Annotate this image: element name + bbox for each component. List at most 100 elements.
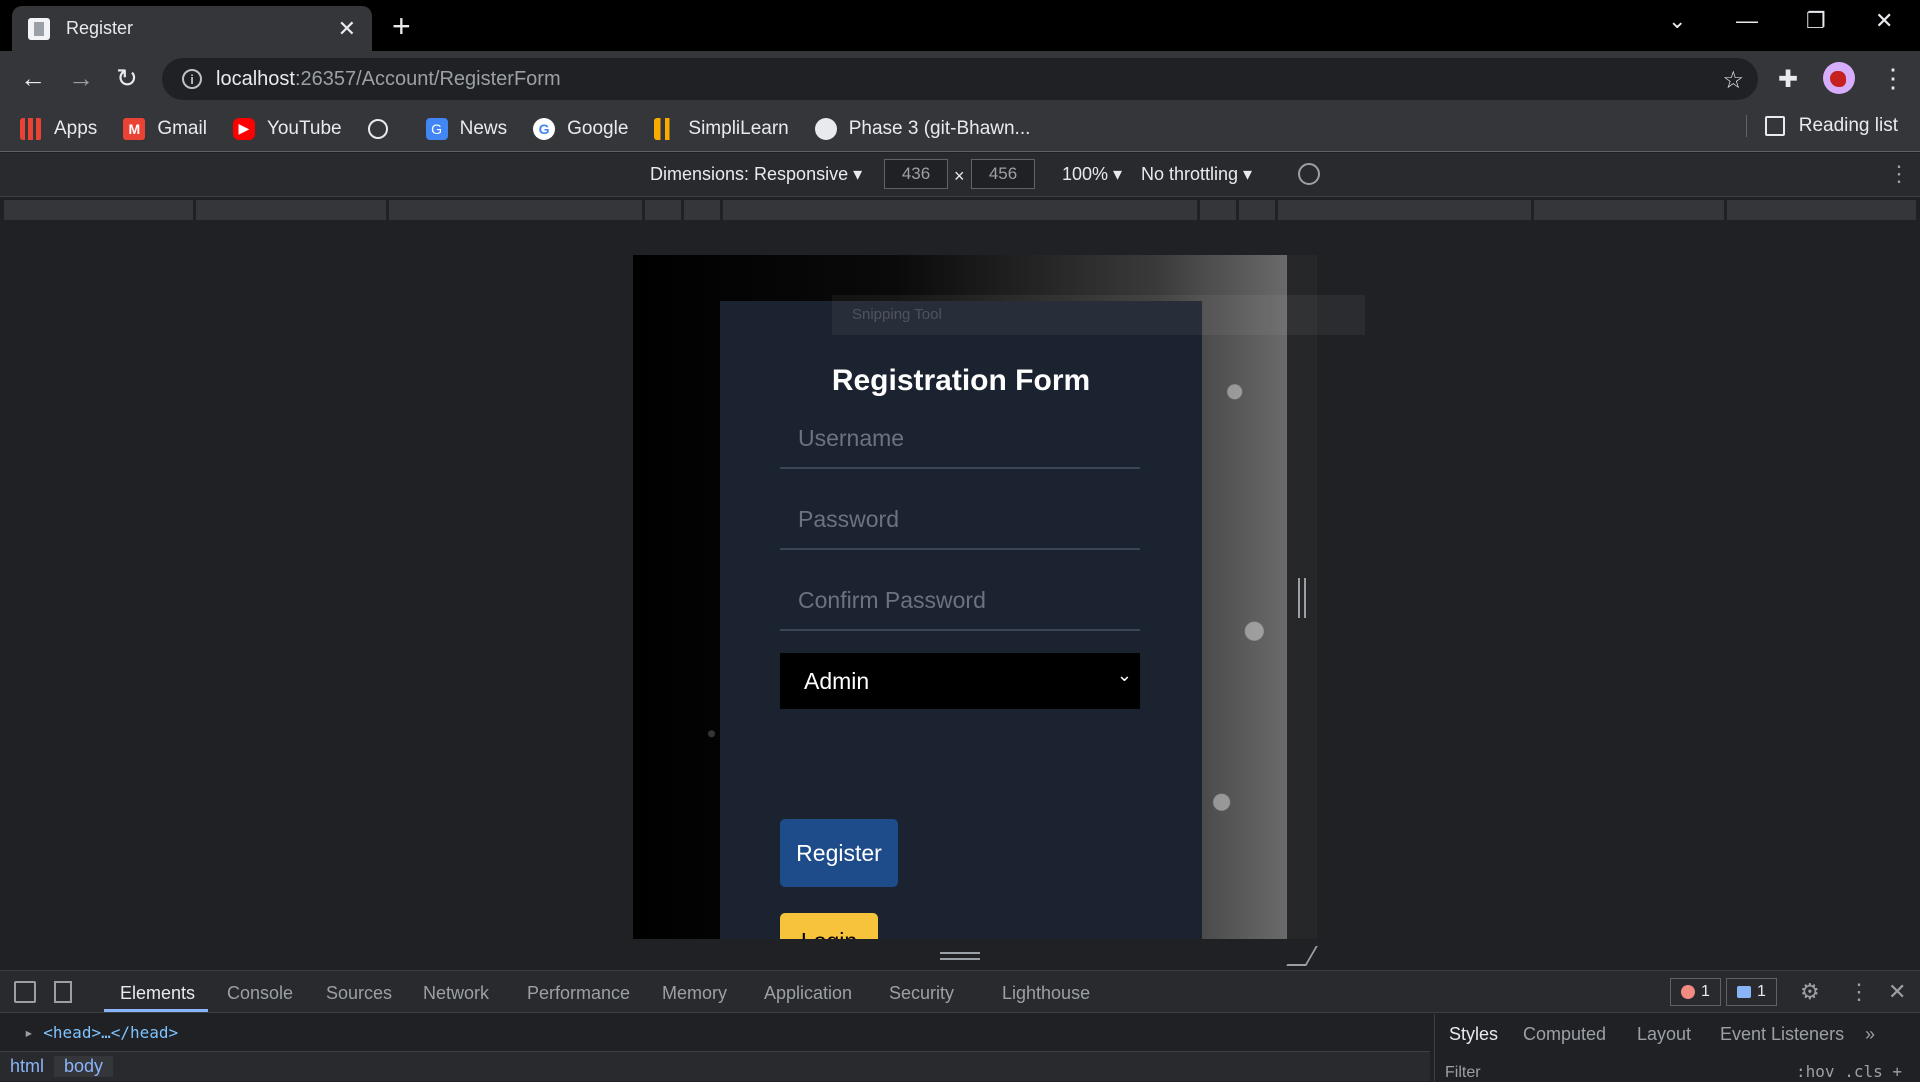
media-query-segment[interactable] [1200, 200, 1237, 220]
viewport-height-input[interactable]: 456 [971, 159, 1035, 189]
back-icon[interactable]: ← [20, 63, 46, 94]
style-tools[interactable]: :hov .cls + [1796, 1062, 1902, 1081]
viewport-resize-handle-bottom[interactable] [940, 952, 980, 960]
bookmark-google[interactable]: G Google [533, 117, 629, 140]
error-count-badge[interactable]: 1 [1670, 978, 1721, 1006]
devtools-menu-icon[interactable]: ⋮ [1848, 979, 1870, 1005]
tab-lighthouse[interactable]: Lighthouse [1002, 983, 1090, 1004]
breadcrumb: html body [0, 1051, 1430, 1081]
login-button[interactable]: Login [780, 913, 878, 939]
reading-list-button[interactable]: Reading list [1745, 115, 1898, 137]
media-query-segment[interactable] [644, 200, 681, 220]
tab-elements[interactable]: Elements [120, 983, 195, 1004]
tab-performance[interactable]: Performance [527, 983, 630, 1004]
bookmark-news[interactable]: G News [425, 117, 508, 140]
tab-network[interactable]: Network [423, 983, 489, 1004]
media-query-segment[interactable] [683, 200, 720, 220]
bookmark-label: SimpliLearn [688, 117, 789, 139]
rotate-icon[interactable] [1298, 163, 1320, 185]
settings-gear-icon[interactable]: ⚙ [1800, 979, 1820, 1005]
tab-layout[interactable]: Layout [1637, 1024, 1691, 1045]
extensions-icon[interactable]: ✚ [1778, 65, 1798, 94]
confirm-password-input[interactable]: Confirm Password [780, 577, 1140, 631]
styles-filter-input[interactable]: Filter [1445, 1064, 1481, 1082]
breadcrumb-body[interactable]: body [54, 1056, 114, 1077]
youtube-icon: ▶ [232, 117, 255, 140]
restore-icon[interactable]: ❐ [1806, 8, 1826, 34]
role-select[interactable]: Admin ⌄ [780, 653, 1140, 709]
bookmark-star-icon[interactable]: ☆ [1722, 66, 1744, 95]
username-input[interactable]: Username [780, 415, 1140, 469]
url-path: :26357/Account/RegisterForm [294, 67, 561, 90]
tab-computed[interactable]: Computed [1523, 1024, 1606, 1045]
message-count-badge[interactable]: 1 [1726, 978, 1777, 1006]
tab-strip: Register ✕ + ⌄ — ❐ ✕ [0, 0, 1920, 51]
bookmark-label: YouTube [266, 117, 342, 139]
viewport-resize-handle-right[interactable] [1298, 578, 1306, 618]
page-favicon-icon [28, 17, 50, 40]
media-query-segment[interactable] [1726, 200, 1916, 220]
tab-search-chevron-icon[interactable]: ⌄ [1668, 8, 1686, 34]
media-query-segment[interactable] [196, 200, 386, 220]
site-info-icon[interactable]: i [182, 69, 202, 89]
bookmark-label: Google [567, 117, 629, 139]
media-query-segment[interactable] [1239, 200, 1276, 220]
tab-application[interactable]: Application [764, 983, 852, 1004]
bookmark-gmail[interactable]: M Gmail [123, 117, 207, 140]
message-icon [1737, 986, 1751, 998]
dimensions-dropdown[interactable]: Dimensions: Responsive ▾ [650, 164, 862, 185]
media-query-segment[interactable] [1278, 200, 1532, 220]
forward-icon[interactable]: → [68, 63, 94, 94]
breadcrumb-html[interactable]: html [0, 1056, 54, 1077]
media-query-segment[interactable] [4, 200, 194, 220]
devtools-panel: Elements Console Sources Network Perform… [0, 970, 1920, 1081]
browser-menu-icon[interactable]: ⋮ [1880, 63, 1906, 94]
gmail-icon: M [123, 117, 146, 140]
error-count: 1 [1701, 983, 1710, 1000]
reload-icon[interactable]: ↻ [116, 63, 138, 94]
bookmark-label: Gmail [157, 117, 207, 139]
bookmark-globe[interactable] [367, 118, 400, 139]
minimize-icon[interactable]: — [1736, 8, 1758, 34]
device-toolbar-menu-icon[interactable]: ⋮ [1888, 161, 1910, 187]
more-tabs-icon[interactable]: » [1865, 1024, 1875, 1045]
new-tab-icon[interactable]: + [392, 10, 411, 42]
media-query-segment[interactable] [1534, 200, 1724, 220]
media-query-segment[interactable] [388, 200, 642, 220]
tab-styles[interactable]: Styles [1449, 1024, 1498, 1045]
browser-tab[interactable]: Register ✕ [12, 6, 372, 51]
password-input[interactable]: Password [780, 496, 1140, 550]
styles-pane: Styles Computed Layout Event Listeners »… [1434, 1014, 1920, 1081]
dom-tree-node[interactable]: ▸ <head>…</head> [24, 1023, 178, 1042]
profile-avatar[interactable] [1823, 62, 1855, 94]
close-window-icon[interactable]: ✕ [1875, 8, 1893, 34]
inspect-element-icon[interactable] [14, 981, 36, 1003]
tab-security[interactable]: Security [889, 983, 954, 1004]
error-icon [1681, 985, 1695, 999]
media-query-segment[interactable] [722, 200, 1198, 220]
throttling-dropdown[interactable]: No throttling ▾ [1141, 164, 1252, 185]
bookmark-github[interactable]: Phase 3 (git-Bhawn... [814, 117, 1030, 140]
register-button[interactable]: Register [780, 819, 898, 887]
tab-title: Register [66, 18, 134, 38]
bookmarks-bar: Apps M Gmail ▶ YouTube G News G Google Simpl… [0, 106, 1920, 152]
bookmark-apps[interactable]: Apps [20, 117, 97, 140]
github-icon [814, 117, 837, 140]
bookmark-label: News [459, 117, 508, 139]
role-select-value: Admin [804, 668, 870, 694]
viewport-width-input[interactable]: 436 [884, 159, 948, 189]
device-toggle-icon[interactable] [54, 981, 72, 1003]
close-tab-icon[interactable]: ✕ [338, 16, 356, 42]
bookmark-simplilearn[interactable]: SimpliLearn [654, 117, 789, 140]
close-devtools-icon[interactable]: ✕ [1888, 979, 1906, 1005]
device-toolbar: Dimensions: Responsive ▾ 436 × 456 100% … [0, 153, 1920, 197]
zoom-dropdown[interactable]: 100% ▾ [1062, 164, 1122, 185]
address-bar[interactable]: i localhost :26357/Account/RegisterForm … [162, 58, 1758, 100]
bookmark-youtube[interactable]: ▶ YouTube [232, 117, 342, 140]
expand-triangle-icon[interactable]: ▸ [24, 1023, 34, 1042]
viewport-resize-handle-corner[interactable] [1286, 946, 1318, 966]
tab-memory[interactable]: Memory [662, 983, 727, 1004]
tab-console[interactable]: Console [227, 983, 293, 1004]
tab-sources[interactable]: Sources [326, 983, 392, 1004]
tab-event-listeners[interactable]: Event Listeners [1720, 1024, 1844, 1045]
